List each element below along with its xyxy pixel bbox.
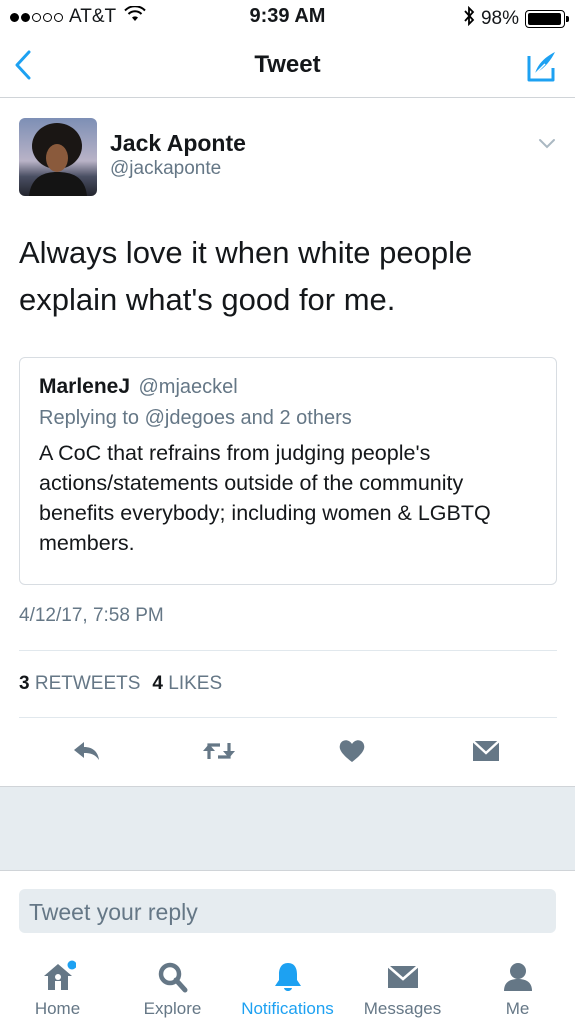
- retweet-button[interactable]: [202, 736, 236, 766]
- quoted-tweet-text: A CoC that refrains from judging people'…: [39, 441, 491, 555]
- tab-home[interactable]: Home: [0, 948, 115, 1024]
- tab-label: Explore: [143, 999, 202, 1018]
- tab-notifications[interactable]: Notifications: [230, 948, 345, 1024]
- tweet-menu-button[interactable]: [537, 136, 557, 152]
- like-button[interactable]: [335, 736, 369, 766]
- chevron-down-icon: [539, 139, 555, 149]
- tab-bar: Home Explore Notifications Messages Me: [0, 948, 575, 1024]
- tweet-text: Always love it when white people explain…: [19, 229, 559, 323]
- tab-label: Notifications: [241, 999, 334, 1018]
- battery-fill: [528, 13, 562, 25]
- retweet-icon: [203, 743, 235, 759]
- reply-button[interactable]: [70, 736, 104, 766]
- replies-area: [0, 786, 575, 871]
- tab-label: Me: [505, 999, 530, 1018]
- search-icon: [155, 960, 191, 994]
- tweet-text-line: explain what's good for me.: [19, 282, 396, 317]
- retweet-count: 3: [19, 673, 30, 694]
- bluetooth-icon: [463, 5, 475, 32]
- reply-input[interactable]: Tweet your reply: [19, 889, 556, 933]
- divider: [19, 717, 557, 718]
- author-name[interactable]: Jack Aponte: [110, 130, 246, 157]
- quoted-author-handle: @mjaeckel: [138, 376, 238, 398]
- avatar[interactable]: [19, 118, 97, 196]
- likes-stat[interactable]: 4 LIKES: [152, 673, 222, 694]
- compose-button[interactable]: [521, 46, 561, 86]
- bell-icon: [270, 960, 306, 994]
- like-label: LIKES: [168, 673, 223, 694]
- tab-me[interactable]: Me: [460, 948, 575, 1024]
- reply-icon: [74, 742, 99, 760]
- tweet-timestamp: 4/12/17, 7:58 PM: [19, 605, 164, 626]
- status-right: 98%: [463, 5, 569, 32]
- tab-label: Home: [34, 999, 81, 1018]
- quoted-author-name: MarleneJ: [39, 375, 131, 398]
- envelope-icon: [472, 740, 500, 761]
- person-icon: [500, 960, 536, 994]
- page-title: Tweet: [254, 51, 321, 78]
- tab-messages[interactable]: Messages: [345, 948, 460, 1024]
- envelope-icon: [385, 960, 421, 994]
- home-icon: [40, 960, 76, 994]
- quoted-tweet-header: MarleneJ @mjaeckel: [39, 375, 238, 399]
- tweet-actions: [0, 730, 575, 772]
- direct-message-button[interactable]: [469, 736, 503, 766]
- divider: [19, 650, 557, 651]
- quoted-tweet[interactable]: MarleneJ @mjaeckel Replying to @jdegoes …: [19, 357, 557, 585]
- tweet-text-line: Always love it when white people: [19, 235, 473, 270]
- engagement-stats: 3 RETWEETS 4 LIKES: [19, 673, 222, 695]
- status-bar: AT&T 9:39 AM 98%: [0, 0, 575, 34]
- compose-icon: [527, 52, 555, 82]
- like-count: 4: [152, 673, 163, 694]
- author-handle[interactable]: @jackaponte: [110, 158, 221, 180]
- tab-label: Messages: [363, 999, 442, 1018]
- retweets-stat[interactable]: 3 RETWEETS: [19, 673, 140, 694]
- battery-percent: 98%: [480, 8, 519, 29]
- quoted-reply-context: Replying to @jdegoes and 2 others: [39, 407, 352, 429]
- heart-icon: [339, 740, 365, 762]
- nav-bar: Tweet: [0, 34, 575, 98]
- tab-explore[interactable]: Explore: [115, 948, 230, 1024]
- battery-icon: [525, 10, 569, 28]
- retweet-label: RETWEETS: [34, 673, 141, 694]
